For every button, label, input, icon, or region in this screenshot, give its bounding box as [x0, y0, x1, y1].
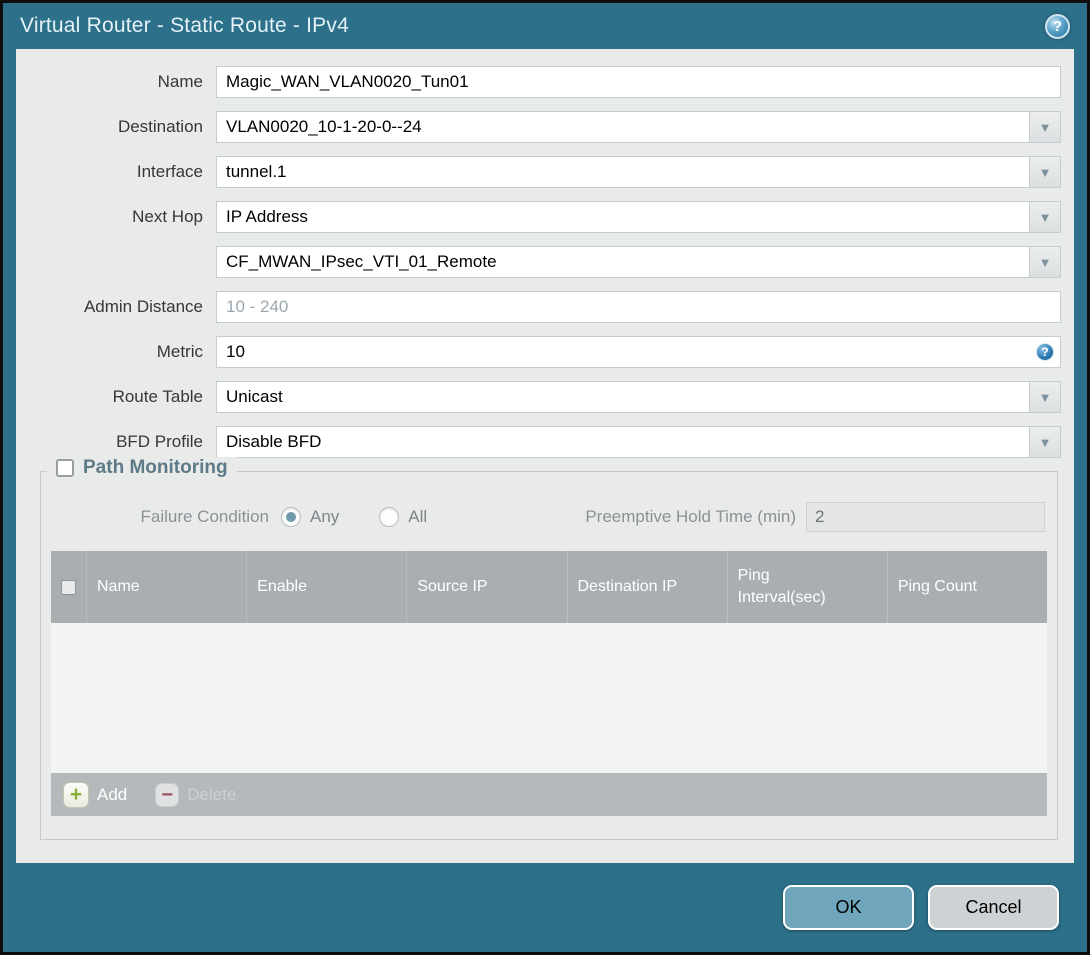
column-header-destination-ip: Destination IP [566, 551, 727, 623]
preemptive-hold-time-input[interactable] [806, 502, 1045, 532]
admin-distance-label: Admin Distance [83, 297, 203, 316]
next-hop-type-input[interactable] [216, 201, 1030, 233]
ok-button[interactable]: OK [783, 885, 914, 930]
next-hop-dropdown-button[interactable]: ▼ [1030, 201, 1061, 233]
path-monitoring-checkbox[interactable] [56, 459, 74, 477]
failure-condition-all-label: All [408, 507, 428, 526]
delete-minus-icon: − [155, 782, 180, 807]
help-icon[interactable]: ? [1045, 13, 1070, 39]
select-all-checkbox[interactable] [61, 579, 76, 595]
name-input[interactable] [216, 66, 1061, 98]
bfd-profile-row: BFD Profile ▼ [16, 426, 1061, 458]
route-table-input[interactable] [216, 381, 1030, 413]
metric-label: Metric [156, 342, 203, 361]
destination-input[interactable] [216, 111, 1030, 143]
metric-row: Metric ? [16, 336, 1061, 368]
cancel-button[interactable]: Cancel [928, 885, 1059, 930]
bfd-profile-input[interactable] [216, 426, 1030, 458]
column-header-name: Name [86, 551, 246, 623]
destination-row: Destination ▼ [16, 111, 1061, 143]
dialog-title: Virtual Router - Static Route - IPv4 [20, 14, 349, 37]
next-hop-address-input[interactable] [216, 246, 1030, 278]
admin-distance-input[interactable] [216, 291, 1061, 323]
metric-help-icon[interactable]: ? [1036, 343, 1054, 361]
column-header-source-ip: Source IP [406, 551, 566, 623]
path-monitoring-legend: Path Monitoring [47, 457, 237, 479]
destination-label: Destination [117, 117, 203, 136]
add-button[interactable]: + Add [63, 781, 128, 808]
next-hop-label: Next Hop [132, 207, 203, 226]
next-hop-row: Next Hop ▼ [16, 201, 1061, 233]
next-hop-address-dropdown-button[interactable]: ▼ [1030, 246, 1061, 278]
dialog-footer: OK Cancel [3, 863, 1087, 952]
name-label: Name [157, 72, 203, 91]
interface-label: Interface [136, 162, 203, 181]
failure-condition-label: Failure Condition [140, 507, 269, 526]
table-toolbar: + Add − Delete [51, 773, 1047, 816]
failure-condition-row: Failure Condition Any All Preemptive Hol… [51, 502, 1047, 532]
delete-button-label: Delete [187, 784, 237, 804]
table-header: Name Enable Source IP Destination IP Pin… [51, 551, 1047, 623]
name-row: Name [16, 66, 1061, 98]
add-plus-icon: + [63, 781, 89, 808]
interface-dropdown-button[interactable]: ▼ [1030, 156, 1061, 188]
delete-button[interactable]: − Delete [155, 782, 237, 807]
next-hop-address-row: ▼ [16, 246, 1061, 278]
route-table-dropdown-button[interactable]: ▼ [1030, 381, 1061, 413]
column-header-ping-count: Ping Count [886, 551, 1047, 623]
path-monitoring-title: Path Monitoring [83, 457, 228, 478]
route-table-label: Route Table [112, 387, 203, 406]
bfd-profile-label: BFD Profile [116, 432, 203, 451]
interface-row: Interface ▼ [16, 156, 1061, 188]
column-header-enable: Enable [246, 551, 406, 623]
dialog-window: Virtual Router - Static Route - IPv4 ? N… [0, 0, 1090, 955]
path-monitoring-section: Path Monitoring Failure Condition Any Al… [40, 457, 1058, 840]
add-button-label: Add [97, 784, 128, 804]
bfd-profile-dropdown-button[interactable]: ▼ [1030, 426, 1061, 458]
metric-input[interactable] [216, 336, 1061, 368]
failure-condition-any-radio[interactable] [281, 507, 301, 527]
titlebar: Virtual Router - Static Route - IPv4 ? [3, 3, 1087, 49]
failure-condition-any-label: Any [310, 507, 340, 526]
failure-condition-all-radio[interactable] [379, 507, 400, 527]
path-monitoring-table: Name Enable Source IP Destination IP Pin… [51, 551, 1047, 816]
interface-input[interactable] [216, 156, 1030, 188]
preemptive-hold-time-label: Preemptive Hold Time (min) [585, 507, 796, 526]
column-header-ping-interval: Ping Interval(sec) [726, 551, 887, 623]
table-body-empty [51, 623, 1047, 773]
destination-dropdown-button[interactable]: ▼ [1030, 111, 1061, 143]
select-all-cell [51, 551, 86, 623]
route-table-row: Route Table ▼ [16, 381, 1061, 413]
admin-distance-row: Admin Distance [16, 291, 1061, 323]
dialog-body: Name Destination ▼ Interface ▼ Next Hop [16, 49, 1074, 863]
